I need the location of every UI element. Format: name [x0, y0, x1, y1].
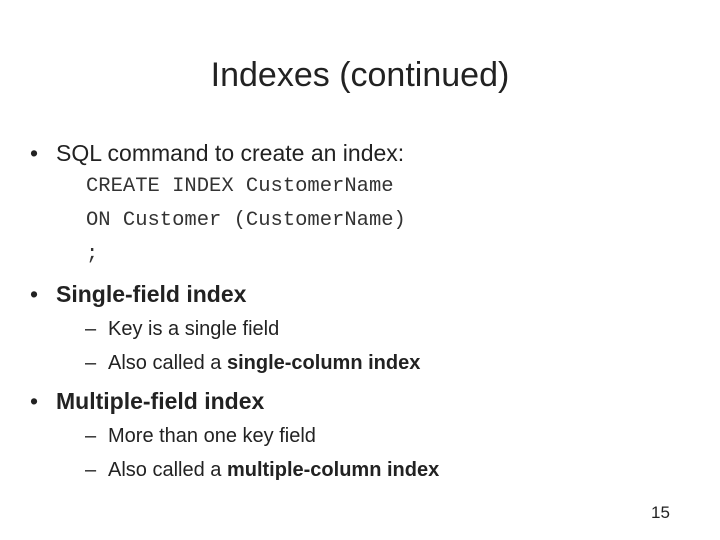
bullet-icon: •	[30, 388, 39, 414]
bullet-text: Single-field index	[56, 281, 247, 307]
dash-icon: –	[85, 459, 97, 481]
subitem-prefix: Also called a	[108, 352, 227, 374]
bullet-text: SQL command to create an index:	[56, 140, 405, 166]
bullet-text: Multiple-field index	[56, 388, 265, 414]
subitem-text: Key is a single field	[108, 318, 280, 340]
bullet-icon: •	[30, 140, 39, 166]
subitem-text: Also called a multiple-column index	[108, 458, 439, 482]
page-number: 15	[651, 503, 670, 522]
code-line: ON Customer (CustomerName)	[86, 209, 406, 232]
bullet-item: •	[30, 139, 38, 167]
subitem-prefix: Also called a	[108, 459, 227, 481]
dash-icon: –	[85, 352, 97, 374]
dash-icon: –	[85, 425, 97, 447]
code-line: CREATE INDEX CustomerName	[86, 175, 394, 198]
subitem-text: Also called a single-column index	[108, 351, 420, 375]
bullet-icon: •	[30, 281, 39, 307]
subitem-bold: multiple-column index	[226, 459, 440, 481]
slide-title: Indexes (continued)	[210, 56, 510, 94]
subitem-bold: single-column index	[226, 352, 421, 374]
subitem-text: More than one key field	[108, 425, 316, 447]
dash-icon: –	[85, 318, 97, 340]
code-line: ;	[86, 243, 99, 266]
